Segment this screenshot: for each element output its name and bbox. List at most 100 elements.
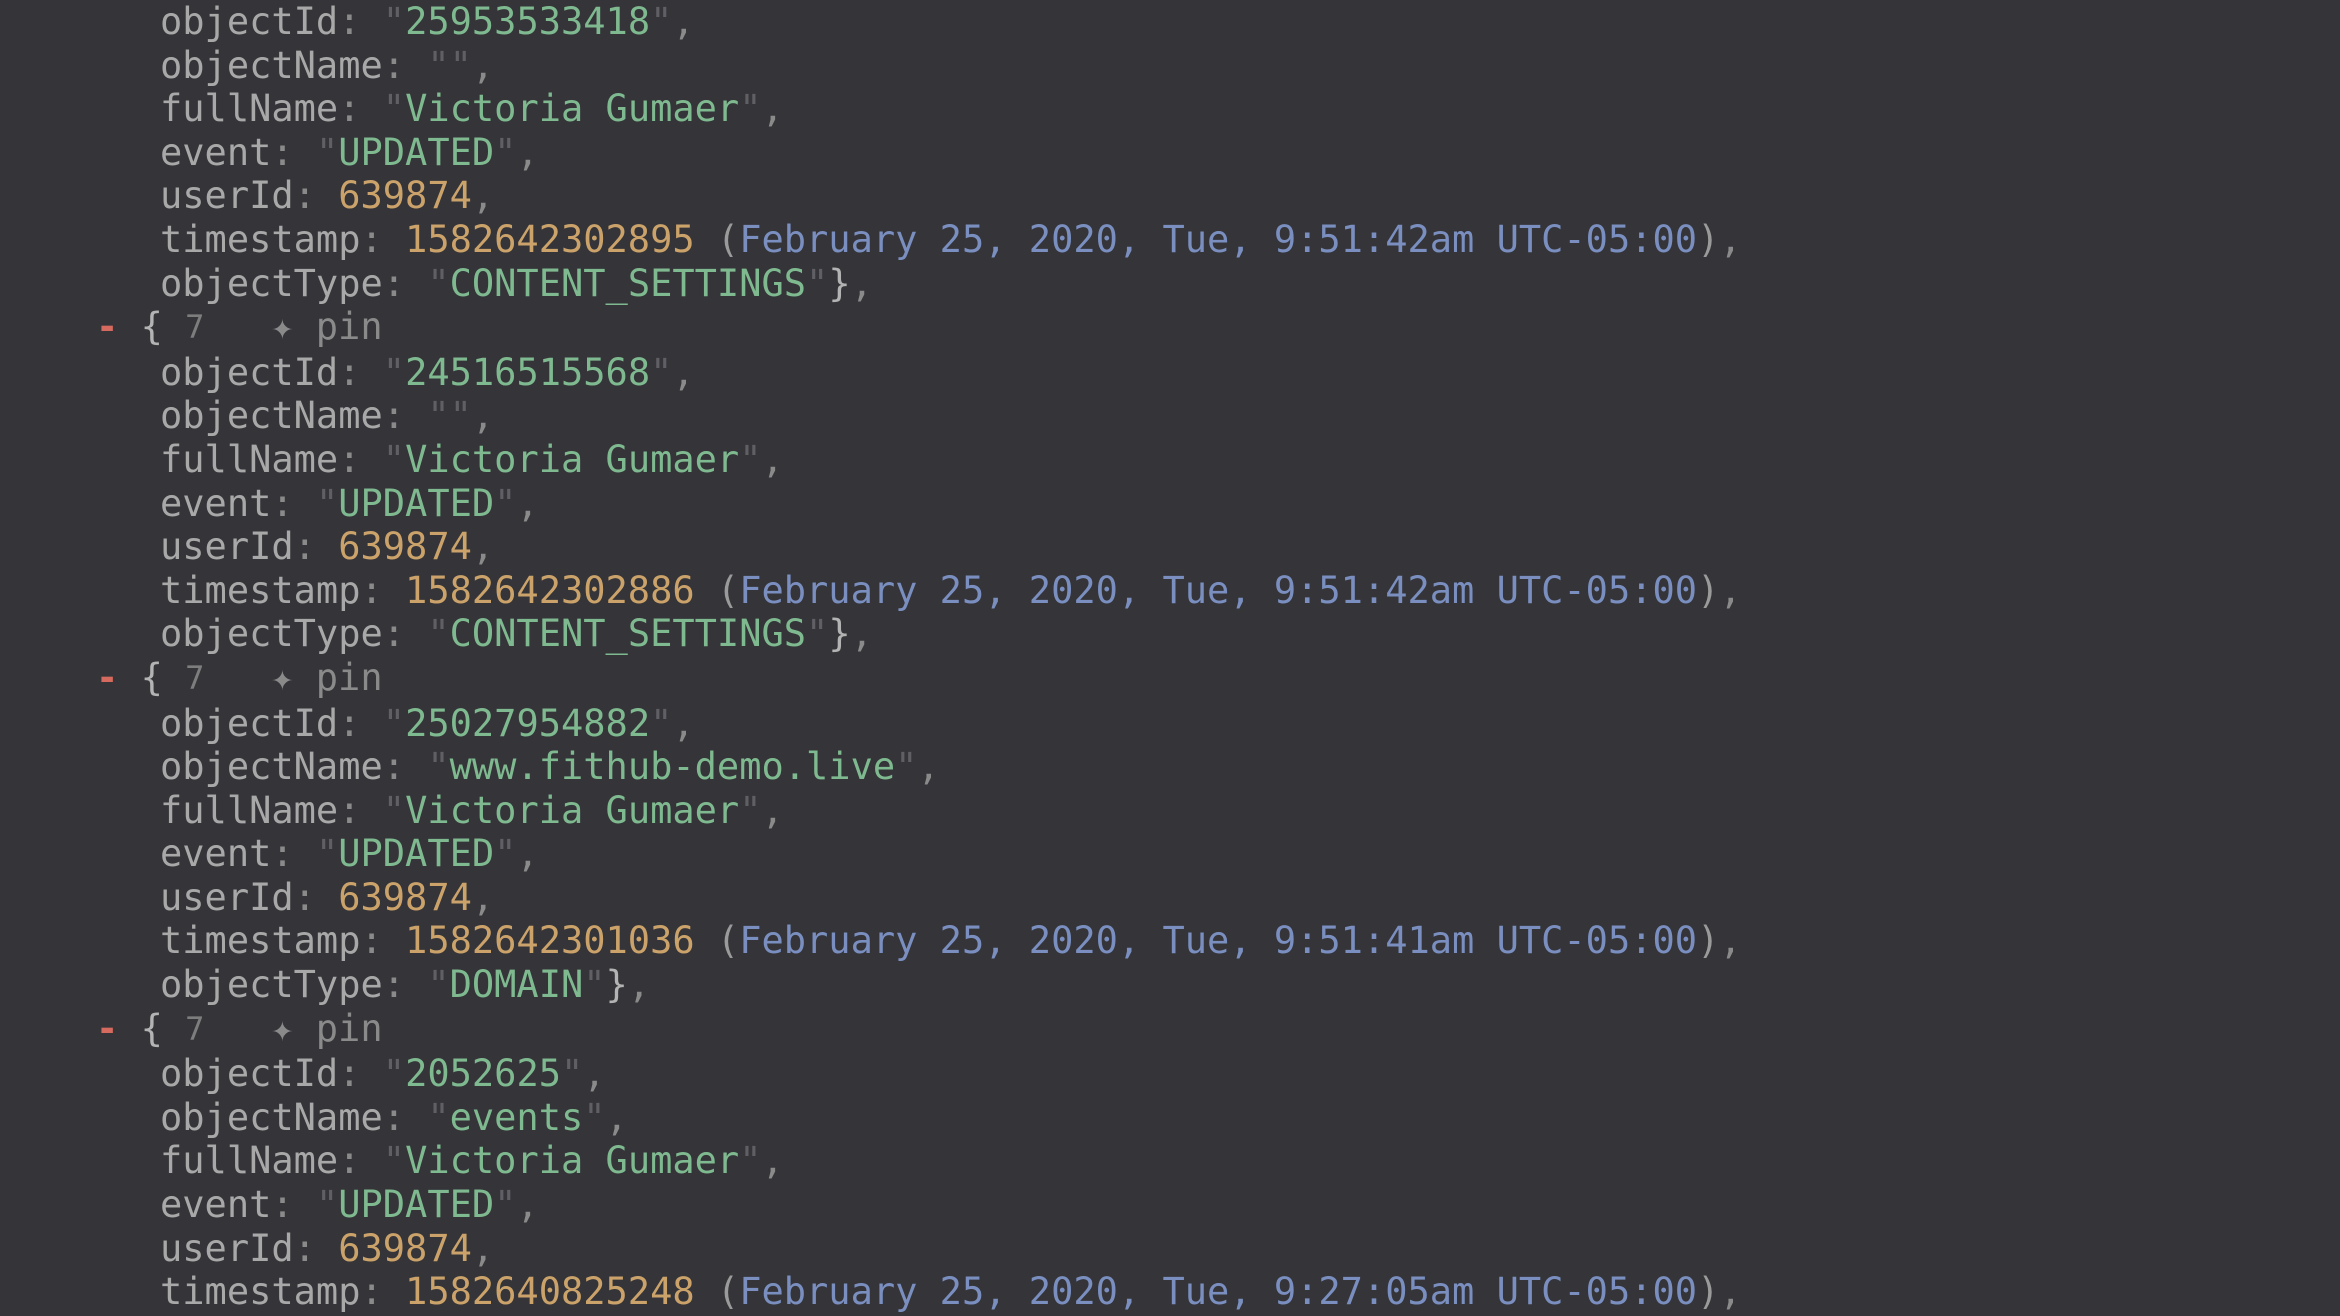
json-property: objectName: "", (0, 394, 2340, 438)
comma: , (672, 0, 694, 43)
close-paren: ) (1697, 1270, 1719, 1313)
json-string-value: www.fithub-demo.live (450, 745, 896, 788)
collapse-toggle-icon[interactable]: - (96, 656, 118, 699)
json-string-value: 25027954882 (405, 702, 650, 745)
colon: : (338, 87, 360, 130)
json-number-value: 639874 (338, 174, 472, 217)
close-quote: " (583, 1096, 605, 1139)
colon: : (383, 745, 405, 788)
pin-button[interactable]: ✦ pin (271, 656, 382, 699)
colon: : (360, 569, 382, 612)
colon: : (271, 482, 293, 525)
json-string-value: 2052625 (405, 1052, 561, 1095)
json-key: fullName (160, 789, 338, 832)
json-key: timestamp (160, 1270, 360, 1313)
pin-button[interactable]: ✦ pin (271, 305, 382, 348)
colon: : (294, 525, 316, 568)
json-property: userId: 639874, (0, 876, 2340, 920)
json-number-value: 639874 (338, 1227, 472, 1270)
comma: , (472, 174, 494, 217)
open-quote: " (427, 612, 449, 655)
json-property: objectName: "www.fithub-demo.live", (0, 745, 2340, 789)
open-quote: " (383, 351, 405, 394)
json-property: objectId: "24516515568", (0, 351, 2340, 395)
json-key: objectId (160, 351, 338, 394)
comma: , (761, 1139, 783, 1182)
comma: , (472, 1227, 494, 1270)
close-quote: " (494, 482, 516, 525)
comma: , (583, 1052, 605, 1095)
timestamp-human: February 25, 2020, Tue, 9:51:42am UTC-05… (739, 569, 1697, 612)
colon: : (360, 1270, 382, 1313)
comma: , (516, 832, 538, 875)
comma: , (1719, 1270, 1741, 1313)
json-property: fullName: "Victoria Gumaer", (0, 1139, 2340, 1183)
pin-label: pin (316, 305, 383, 348)
json-key: timestamp (160, 919, 360, 962)
json-property: timestamp: 1582642301036 (February 25, 2… (0, 919, 2340, 963)
close-quote: " (806, 612, 828, 655)
json-key: userId (160, 1227, 294, 1270)
close-paren: ) (1697, 569, 1719, 612)
property-count: 7 (185, 659, 204, 697)
colon: : (271, 131, 293, 174)
json-string-value: 25953533418 (405, 0, 650, 43)
comma: , (516, 131, 538, 174)
collapse-toggle-icon[interactable]: - (96, 1007, 118, 1050)
open-quote: " (316, 131, 338, 174)
open-quote: " (427, 963, 449, 1006)
open-quote: " (316, 482, 338, 525)
open-paren: ( (717, 218, 739, 261)
comma: , (472, 44, 494, 87)
close-quote: " (739, 789, 761, 832)
open-quote: " (316, 1183, 338, 1226)
json-key: objectName (160, 394, 383, 437)
colon: : (383, 612, 405, 655)
collapse-toggle-icon[interactable]: - (96, 305, 118, 348)
json-string-value: Victoria Gumaer (405, 87, 739, 130)
open-quote: " (383, 789, 405, 832)
colon: : (360, 218, 382, 261)
json-property: userId: 639874, (0, 1227, 2340, 1271)
pin-label: pin (316, 656, 383, 699)
colon: : (294, 1227, 316, 1270)
open-quote: " (427, 1096, 449, 1139)
close-paren: ) (1697, 919, 1719, 962)
json-key: objectType (160, 612, 383, 655)
comma: , (761, 438, 783, 481)
comma: , (761, 87, 783, 130)
close-quote: " (494, 131, 516, 174)
close-quote: " (494, 832, 516, 875)
json-number-value: 639874 (338, 876, 472, 919)
open-paren: ( (717, 569, 739, 612)
close-quote: " (494, 1183, 516, 1226)
close-quote: " (650, 702, 672, 745)
json-property: event: "UPDATED", (0, 131, 2340, 175)
json-key: objectName (160, 44, 383, 87)
open-quote: " (383, 1139, 405, 1182)
colon: : (383, 262, 405, 305)
json-string-value: Victoria Gumaer (405, 1139, 739, 1182)
pin-icon: ✦ (271, 656, 293, 699)
json-property: event: "UPDATED", (0, 832, 2340, 876)
json-key: userId (160, 525, 294, 568)
comma: , (672, 351, 694, 394)
close-quote: " (561, 1052, 583, 1095)
comma: , (472, 876, 494, 919)
colon: : (338, 702, 360, 745)
json-key: objectType (160, 963, 383, 1006)
close-quote: " (450, 44, 472, 87)
open-quote: " (383, 87, 405, 130)
json-number-value: 1582642301036 (405, 919, 695, 962)
json-property: objectType: "CONTENT_SETTINGS"}, (0, 612, 2340, 656)
colon: : (294, 876, 316, 919)
json-key: event (160, 1183, 271, 1226)
pin-icon: ✦ (271, 1007, 293, 1050)
comma: , (851, 612, 873, 655)
json-key: event (160, 482, 271, 525)
json-key: fullName (160, 438, 338, 481)
json-number-value: 1582642302886 (405, 569, 695, 612)
comma: , (516, 482, 538, 525)
json-key: objectId (160, 702, 338, 745)
pin-button[interactable]: ✦ pin (271, 1007, 382, 1050)
